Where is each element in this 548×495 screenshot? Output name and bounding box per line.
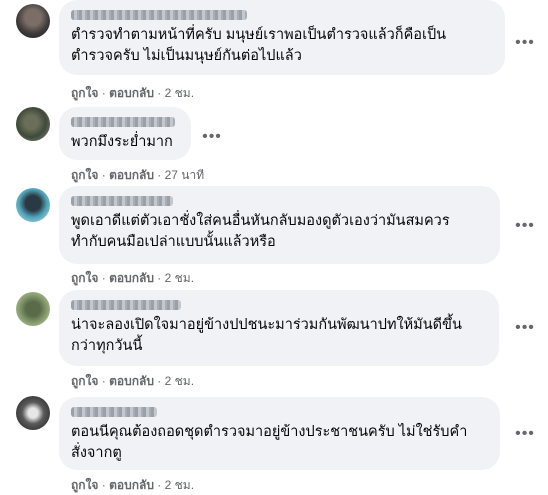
comment-timestamp[interactable]: 2 ชม.	[165, 271, 194, 285]
comment-text: ตำรวจทำตามหน้าที่ครับ มนุษย์เราพอเป็นตำร…	[71, 27, 447, 64]
like-link[interactable]: ถูกใจ	[71, 168, 98, 182]
commenter-name[interactable]	[71, 407, 157, 417]
commenter-name[interactable]	[71, 10, 247, 20]
comment-item: น่าจะลองเปิดใจมาอยู่ข้างปปชนะมาร่วมกันพั…	[0, 290, 548, 390]
reply-link[interactable]: ตอบกลับ	[109, 374, 154, 388]
comment-actions: ถูกใจ · ตอบกลับ · 2 ชม.	[71, 374, 195, 388]
comment-item: ตำรวจทำตามหน้าที่ครับ มนุษย์เราพอเป็นตำร…	[0, 0, 548, 100]
more-options-icon[interactable]: •••	[513, 35, 537, 51]
comment-actions: ถูกใจ · ตอบกลับ · 2 ชม.	[71, 478, 195, 492]
commenter-name[interactable]	[71, 196, 173, 206]
comment-actions: ถูกใจ · ตอบกลับ · 2 ชม.	[71, 86, 195, 100]
comment-item: พวกมึงระย่ำมาก ••• ถูกใจ · ตอบกลับ · 27 …	[0, 103, 548, 188]
avatar[interactable]	[16, 107, 50, 141]
reply-link[interactable]: ตอบกลับ	[109, 271, 154, 285]
more-options-icon[interactable]: •••	[513, 426, 537, 442]
more-options-icon[interactable]: •••	[513, 320, 537, 336]
comment-bubble: ตอนนีคุณต้องถอดชุดตำรวจมาอยู่ข้างประชาชน…	[59, 397, 500, 470]
comment-bubble: ตำรวจทำตามหน้าที่ครับ มนุษย์เราพอเป็นตำร…	[59, 0, 505, 75]
comment-bubble: พูดเอาดีแต่ตัวเอาชั่งใส่คนอื่นหันกลับมอง…	[59, 186, 500, 264]
comment-item: ตอนนีคุณต้องถอดชุดตำรวจมาอยู่ข้างประชาชน…	[0, 393, 548, 493]
like-link[interactable]: ถูกใจ	[71, 374, 98, 388]
avatar[interactable]	[16, 188, 50, 222]
commenter-name[interactable]	[71, 117, 175, 127]
comment-bubble: พวกมึงระย่ำมาก	[59, 107, 191, 160]
comment-actions: ถูกใจ · ตอบกลับ · 27 นาที	[71, 168, 205, 182]
reply-link[interactable]: ตอบกลับ	[109, 168, 154, 182]
like-link[interactable]: ถูกใจ	[71, 271, 98, 285]
like-link[interactable]: ถูกใจ	[71, 478, 98, 492]
avatar[interactable]	[16, 396, 50, 430]
more-options-icon[interactable]: •••	[513, 218, 537, 234]
comment-timestamp[interactable]: 2 ชม.	[165, 86, 194, 100]
comment-item: พูดเอาดีแต่ตัวเอาชั่งใส่คนอื่นหันกลับมอง…	[0, 186, 548, 286]
commenter-name[interactable]	[71, 300, 181, 310]
like-link[interactable]: ถูกใจ	[71, 86, 98, 100]
comment-timestamp[interactable]: 2 ชม.	[165, 478, 194, 492]
comment-text: พวกมึงระย่ำมาก	[71, 134, 173, 150]
reply-link[interactable]: ตอบกลับ	[109, 478, 154, 492]
more-options-icon[interactable]: •••	[200, 129, 224, 145]
avatar[interactable]	[16, 4, 50, 38]
comment-text: ตอนนีคุณต้องถอดชุดตำรวจมาอยู่ข้างประชาชน…	[71, 424, 468, 461]
comment-timestamp[interactable]: 2 ชม.	[165, 374, 194, 388]
comment-bubble: น่าจะลองเปิดใจมาอยู่ข้างปปชนะมาร่วมกันพั…	[59, 290, 499, 366]
comment-actions: ถูกใจ · ตอบกลับ · 2 ชม.	[71, 271, 195, 285]
comment-text: น่าจะลองเปิดใจมาอยู่ข้างปปชนะมาร่วมกันพั…	[71, 317, 462, 354]
comment-text: พูดเอาดีแต่ตัวเอาชั่งใส่คนอื่นหันกลับมอง…	[71, 213, 450, 250]
reply-link[interactable]: ตอบกลับ	[109, 86, 154, 100]
avatar[interactable]	[16, 292, 50, 326]
comment-timestamp[interactable]: 27 นาที	[165, 168, 205, 182]
